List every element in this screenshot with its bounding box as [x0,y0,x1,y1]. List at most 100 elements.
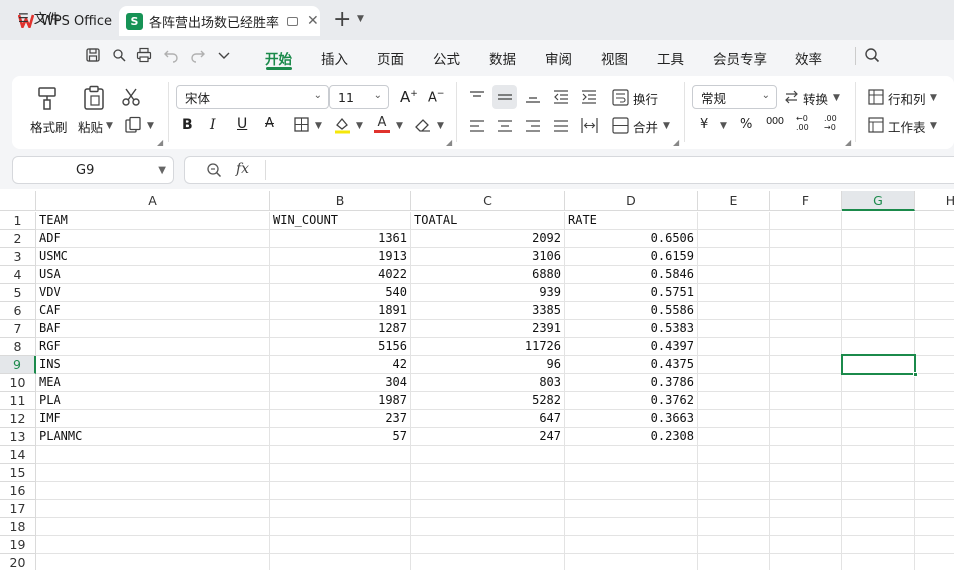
cell[interactable] [270,446,411,464]
bold-button[interactable]: B [182,117,193,133]
cell[interactable] [36,482,270,500]
column-header-g[interactable]: G [842,191,915,211]
data-cell[interactable]: 647 [411,410,565,428]
strikethrough-button[interactable]: A [265,116,274,131]
row-header[interactable]: 16 [0,482,36,500]
menu-formulas[interactable]: 公式 [433,48,460,68]
worksheet-label[interactable]: 工作表 [888,117,926,136]
clipboard-expand-icon[interactable]: ◢ [157,138,163,147]
cell[interactable] [842,446,915,464]
cell[interactable] [698,518,770,536]
cell[interactable] [842,428,915,446]
cell[interactable] [915,230,954,248]
clear-format-icon[interactable] [414,117,431,132]
copy-icon[interactable] [124,116,142,134]
cell[interactable] [915,248,954,266]
row-header[interactable]: 4 [0,266,36,284]
cell[interactable] [842,518,915,536]
team-cell[interactable]: USA [36,266,270,284]
cell[interactable] [842,554,915,570]
cell[interactable] [770,518,842,536]
thousands-button[interactable]: 000 [766,116,784,127]
save-icon[interactable] [85,47,101,63]
undo-icon[interactable] [163,47,179,63]
team-cell[interactable]: MEA [36,374,270,392]
team-cell[interactable]: USMC [36,248,270,266]
cell[interactable] [842,410,915,428]
wrap-text-label[interactable]: 换行 [633,89,658,108]
convert-dropdown-icon[interactable]: ▼ [833,93,840,103]
cell[interactable] [698,536,770,554]
cut-icon[interactable] [121,87,141,107]
data-cell[interactable]: 1361 [270,230,411,248]
team-cell[interactable]: ADF [36,230,270,248]
cell[interactable] [411,446,565,464]
cell[interactable] [770,554,842,570]
align-left-icon[interactable] [469,119,485,133]
row-header[interactable]: 13 [0,428,36,446]
header-cell[interactable]: WIN_COUNT [270,212,411,230]
menu-home[interactable]: 开始 [265,48,292,68]
cell[interactable] [270,464,411,482]
font-name-select[interactable]: 宋体 ⌄ [176,85,329,109]
cell[interactable] [842,374,915,392]
format-painter-icon[interactable] [35,85,59,111]
cell[interactable] [411,482,565,500]
data-cell[interactable]: 5156 [270,338,411,356]
data-cell[interactable]: 237 [270,410,411,428]
cell[interactable] [842,284,915,302]
copy-dropdown-icon[interactable]: ▼ [147,121,154,131]
cell[interactable] [698,266,770,284]
row-header[interactable]: 18 [0,518,36,536]
team-cell[interactable]: INS [36,356,270,374]
align-middle-button[interactable] [492,85,517,109]
window-mode-icon[interactable] [287,16,299,26]
cell[interactable] [770,500,842,518]
data-cell[interactable]: 0.2308 [565,428,698,446]
header-cell[interactable]: TEAM [36,212,270,230]
name-box[interactable]: G9 ▼ [12,156,174,184]
cell[interactable] [565,500,698,518]
cell[interactable] [698,320,770,338]
data-cell[interactable]: 1287 [270,320,411,338]
cell[interactable] [842,212,915,230]
data-cell[interactable]: 0.3762 [565,392,698,410]
cell[interactable] [698,464,770,482]
cell[interactable] [698,338,770,356]
data-cell[interactable]: 0.3786 [565,374,698,392]
data-cell[interactable]: 803 [411,374,565,392]
menu-efficiency[interactable]: 效率 [795,48,822,68]
team-cell[interactable]: CAF [36,302,270,320]
data-cell[interactable]: 57 [270,428,411,446]
cell[interactable] [915,284,954,302]
data-cell[interactable]: 304 [270,374,411,392]
cell[interactable] [36,500,270,518]
cell[interactable] [565,536,698,554]
data-cell[interactable]: 1913 [270,248,411,266]
data-cell[interactable]: 0.5751 [565,284,698,302]
paste-dropdown-icon[interactable]: ▼ [106,121,113,131]
data-cell[interactable]: 540 [270,284,411,302]
data-cell[interactable]: 42 [270,356,411,374]
wrap-text-icon[interactable] [612,89,629,106]
cell[interactable] [770,374,842,392]
cell[interactable] [842,302,915,320]
cell[interactable] [565,518,698,536]
decrease-decimal-button[interactable]: .00 →0 [824,114,844,132]
menu-page[interactable]: 页面 [377,48,404,68]
data-cell[interactable]: 11726 [411,338,565,356]
search-icon[interactable] [864,47,880,63]
fill-handle[interactable] [913,372,918,377]
cell[interactable] [842,230,915,248]
align-center-icon[interactable] [497,119,513,133]
cell[interactable] [698,392,770,410]
data-cell[interactable]: 1987 [270,392,411,410]
cell[interactable] [915,266,954,284]
print-preview-icon[interactable] [111,47,127,63]
cell[interactable] [270,482,411,500]
cell[interactable] [698,428,770,446]
cell[interactable] [842,392,915,410]
cell[interactable] [915,446,954,464]
row-header[interactable]: 20 [0,554,36,570]
cell[interactable] [698,554,770,570]
